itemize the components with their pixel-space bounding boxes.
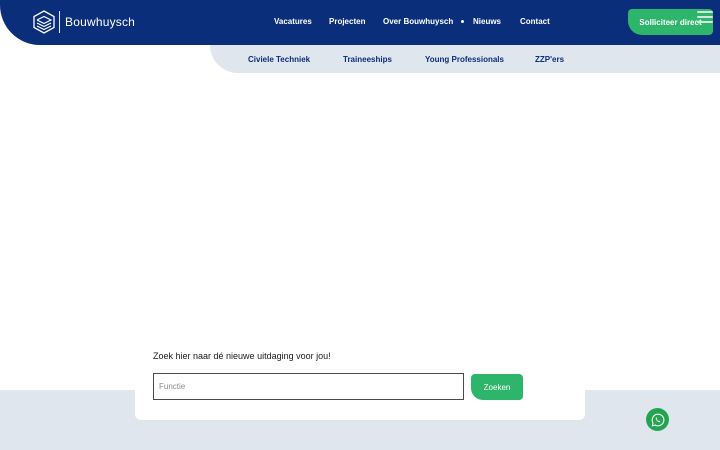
whatsapp-icon xyxy=(651,413,664,427)
nav-item-projecten[interactable]: Projecten xyxy=(329,17,365,26)
nav-item-over-bouwhuysch[interactable]: Over Bouwhuysch xyxy=(383,17,453,26)
nav-item-vacatures[interactable]: Vacatures xyxy=(274,17,312,26)
sub-nav: Civiele Techniek Traineeships Young Prof… xyxy=(210,45,720,73)
main-nav: Vacatures Projecten Over Bouwhuysch Nieu… xyxy=(0,0,720,45)
subnav-item-zzpers[interactable]: ZZP'ers xyxy=(535,55,564,64)
subnav-item-traineeships[interactable]: Traineeships xyxy=(343,55,392,64)
search-button[interactable]: Zoeken xyxy=(471,374,523,400)
job-search-input[interactable] xyxy=(153,373,464,400)
whatsapp-button[interactable] xyxy=(646,408,669,431)
search-title: Zoek hier naar dé nieuwe uitdaging voor … xyxy=(153,351,331,361)
nav-item-contact[interactable]: Contact xyxy=(520,17,550,26)
nav-dropdown-indicator-icon xyxy=(461,20,464,23)
site-header: Bouwhuysch Vacatures Projecten Over Bouw… xyxy=(0,0,720,45)
subnav-item-young-professionals[interactable]: Young Professionals xyxy=(425,55,504,64)
subnav-item-civiele-techniek[interactable]: Civiele Techniek xyxy=(248,55,310,64)
hamburger-menu-icon[interactable] xyxy=(697,11,713,23)
nav-item-nieuws[interactable]: Nieuws xyxy=(473,17,501,26)
